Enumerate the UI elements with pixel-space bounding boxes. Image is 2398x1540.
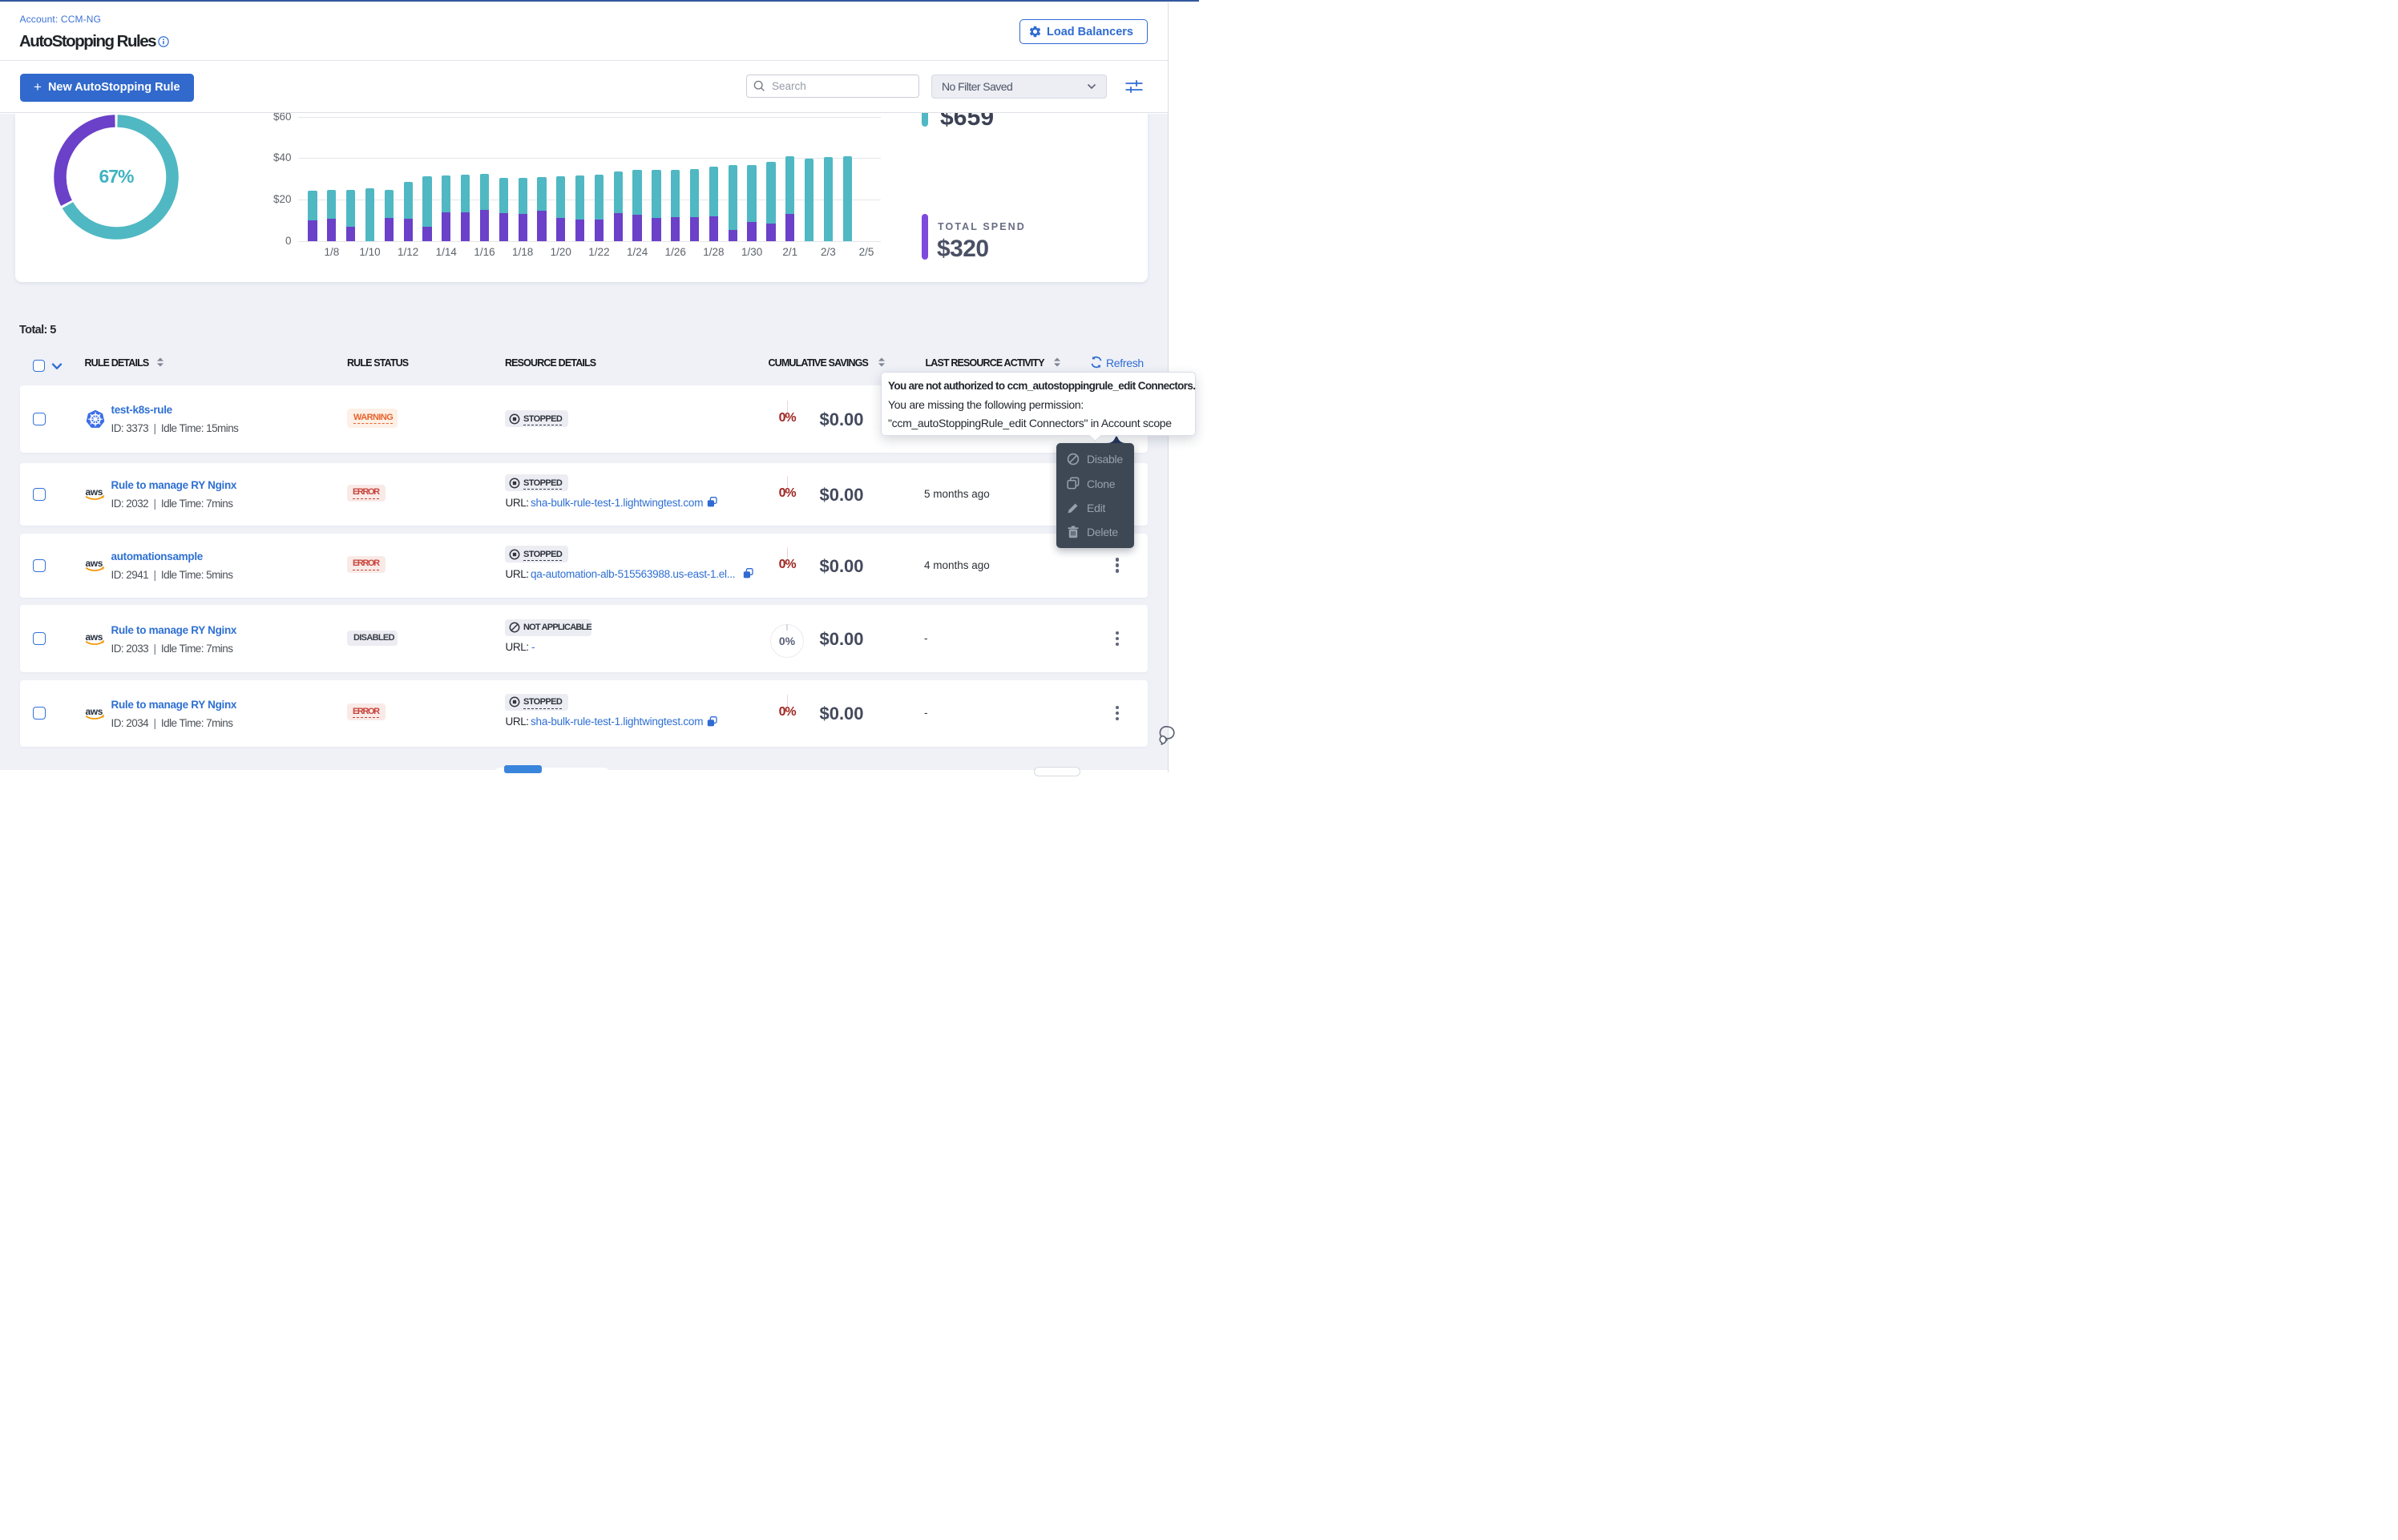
svg-text:aws: aws xyxy=(86,707,103,717)
svg-text:aws: aws xyxy=(86,487,103,498)
svg-text:aws: aws xyxy=(86,632,103,643)
svg-text:aws: aws xyxy=(86,558,103,569)
